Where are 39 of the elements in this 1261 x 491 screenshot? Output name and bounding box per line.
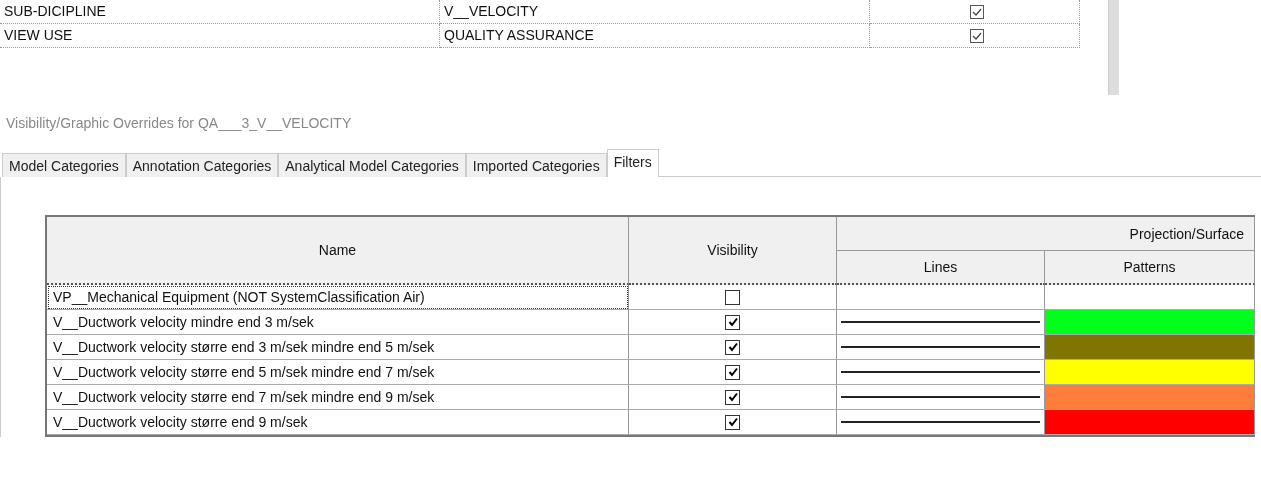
dialog-title: Visibility/Graphic Overrides for QA___3_V__VELOCITY [5, 114, 353, 133]
filter-name-cell[interactable]: V__Ductwork velocity større end 7 m/sek mindre end 9 m/sek [47, 385, 629, 410]
filter-name-cell[interactable]: V__Ductwork velocity større end 5 m/sek mindre end 7 m/sek [47, 360, 629, 385]
column-header: Lines [837, 251, 1045, 285]
visibility-checkbox[interactable] [725, 339, 740, 355]
pattern-swatch[interactable] [1045, 410, 1254, 434]
visibility-checkbox[interactable] [725, 289, 740, 305]
tab[interactable]: Model Categories [2, 153, 126, 177]
visibility-checkbox[interactable] [725, 389, 740, 405]
tab[interactable]: Filters [606, 149, 659, 177]
visibility-checkbox[interactable] [725, 314, 740, 330]
tab[interactable]: Annotation Categories [125, 153, 279, 177]
checkbox[interactable] [969, 28, 984, 43]
filter-name-cell[interactable]: V__Ductwork velocity større end 9 m/sek [47, 410, 629, 435]
line-swatch[interactable] [841, 321, 1040, 323]
parameter-name: VIEW USE [0, 24, 440, 48]
tab[interactable]: Analytical Model Categories [278, 153, 466, 177]
visibility-checkbox[interactable] [725, 364, 740, 380]
filter-name-cell[interactable]: V__Ductwork velocity mindre end 3 m/sek [47, 310, 629, 335]
visibility-checkbox[interactable] [725, 414, 740, 430]
line-swatch[interactable] [841, 396, 1040, 398]
column-group-header: Projection/Surface [837, 217, 1255, 251]
pattern-swatch[interactable] [1045, 310, 1254, 334]
line-swatch[interactable] [841, 346, 1040, 348]
column-header: Visibility [629, 217, 837, 285]
parameter-value: V__VELOCITY [440, 0, 870, 24]
filter-name-cell[interactable]: VP__Mechanical Equipment (NOT SystemClassification Air) [47, 285, 629, 310]
line-swatch[interactable] [841, 371, 1040, 373]
column-header: Name [47, 217, 629, 285]
tab[interactable]: Imported Categories [465, 153, 607, 177]
column-header: Patterns [1045, 251, 1255, 285]
filter-name-cell[interactable]: V__Ductwork velocity større end 3 m/sek mindre end 5 m/sek [47, 335, 629, 360]
pattern-swatch[interactable] [1045, 360, 1254, 384]
parameter-value: QUALITY ASSURANCE [440, 24, 870, 48]
line-swatch[interactable] [841, 421, 1040, 423]
parameter-name: SUB-DICIPLINE [0, 0, 440, 24]
pattern-swatch[interactable] [1045, 385, 1254, 409]
pattern-swatch[interactable] [1045, 335, 1254, 359]
checkbox[interactable] [969, 4, 984, 19]
